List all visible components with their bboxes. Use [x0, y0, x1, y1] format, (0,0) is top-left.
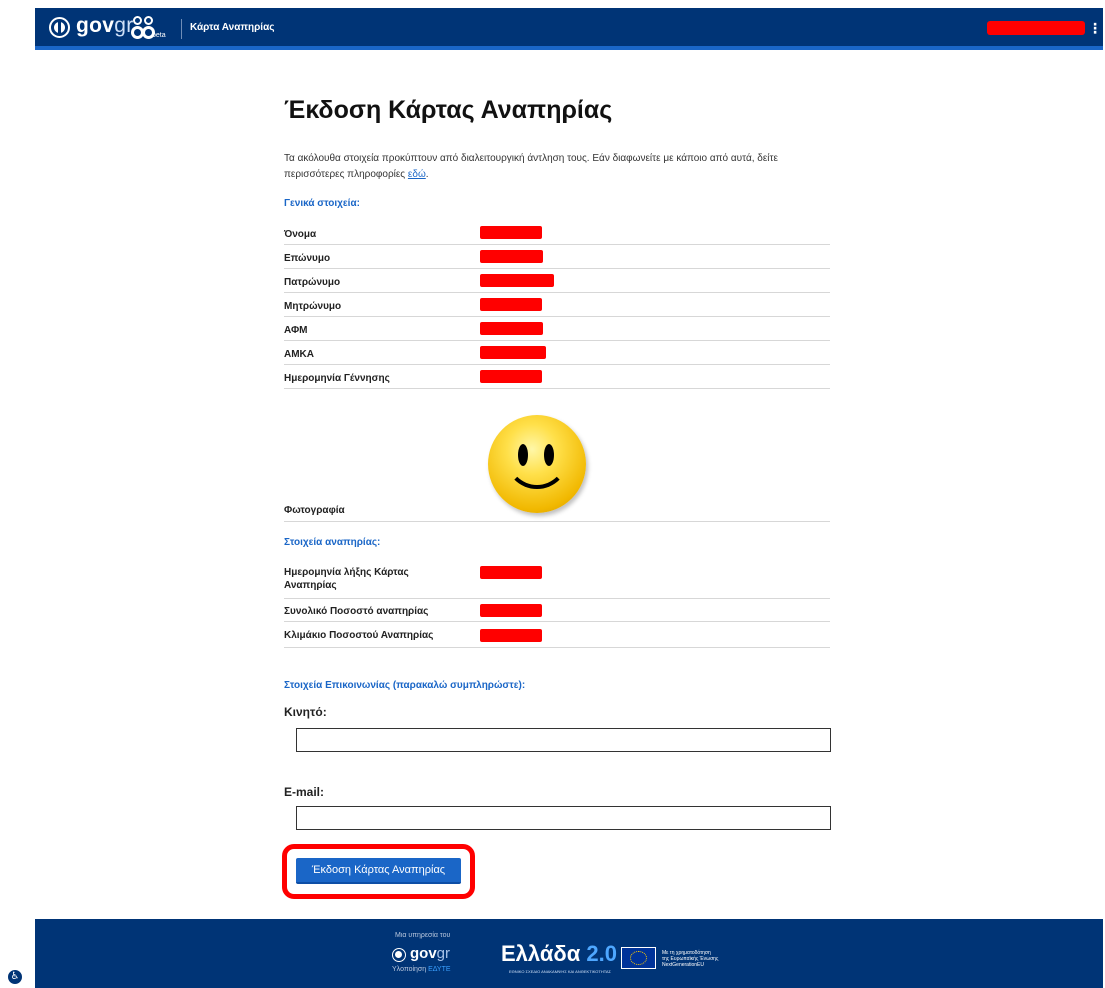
page-title: Έκδοση Κάρτας Αναπηρίας [284, 96, 613, 124]
row-label: Μητρώνυμο [284, 301, 342, 312]
row-label: ΑΦΜ [284, 325, 308, 336]
row-card-expiry: Ημερομηνία λήξης Κάρτας Αναπηρίας [284, 560, 830, 599]
row-label: ΑΜΚΑ [284, 349, 314, 360]
row-label: Όνομα [284, 229, 317, 240]
greece-2-subtitle: ΕΘΝΙΚΟ ΣΧΕΔΙΟ ΑΝΑΚΑΜΨΗΣ ΚΑΙ ΑΝΘΕΚΤΙΚΟΤΗΤ… [509, 969, 612, 974]
footer: Μια υπηρεσία του govgr Υλοποίηση ΕΔΥΤΕ Ε… [35, 919, 1103, 988]
row-label: Συνολικό Ποσοστό αναπηρίας [284, 606, 429, 617]
user-name-redacted[interactable] [987, 21, 1085, 35]
govgr-logo[interactable]: govgr [76, 14, 134, 38]
row-percentage-tier: Κλιμάκιο Ποσοστού Αναπηρίας [284, 624, 830, 648]
kebab-menu-icon[interactable]: ⋮ [1088, 16, 1102, 40]
row-amka: ΑΜΚΑ [284, 343, 830, 365]
emblem-icon [392, 948, 406, 962]
row-birth-date: Ημερομηνία Γέννησης [284, 367, 830, 389]
redacted-value [480, 629, 542, 642]
row-surname: Επώνυμο [284, 247, 830, 269]
row-total-percentage: Συνολικό Ποσοστό αναπηρίας [284, 600, 830, 622]
row-name: Όνομα [284, 223, 830, 245]
general-section-title: Γενικά στοιχεία: [284, 198, 360, 209]
redacted-value [480, 298, 542, 311]
smiley-face-icon [488, 415, 586, 513]
submit-highlight: Έκδοση Κάρτας Αναπηρίας [282, 844, 475, 899]
eu-funding-text: Με τη χρηματοδότηση της Ευρωπαϊκής Ένωση… [662, 950, 719, 968]
app-title: Κάρτα Αναπηρίας [190, 22, 275, 33]
emblem-icon [49, 17, 70, 38]
footer-govgr-logo[interactable]: govgr [410, 945, 450, 962]
email-label: E-mail: [284, 785, 325, 799]
accessibility-icon[interactable]: ♿ [7, 969, 23, 985]
row-afm: ΑΦΜ [284, 319, 830, 341]
redacted-value [480, 370, 542, 383]
row-label: Ημερομηνία λήξης Κάρτας Αναπηρίας [284, 567, 409, 591]
implementation-text: Υλοποίηση ΕΔΥΤΕ [392, 966, 451, 973]
row-label: Φωτογραφία [284, 505, 345, 516]
row-label: Επώνυμο [284, 253, 331, 264]
row-label: Πατρώνυμο [284, 277, 341, 288]
row-label: Ημερομηνία Γέννησης [284, 373, 390, 384]
disability-section-title: Στοιχεία αναπηρίας: [284, 537, 381, 548]
contact-section-title: Στοιχεία Επικοινωνίας (παρακαλώ συμπληρώ… [284, 680, 526, 691]
header-divider [181, 19, 182, 39]
intro-text: Τα ακόλουθα στοιχεία προκύπτουν από διαλ… [284, 153, 778, 180]
redacted-value [480, 226, 542, 239]
user-photo [479, 400, 600, 519]
beta-badge: beta [152, 32, 166, 39]
row-fathers-name: Πατρώνυμο [284, 271, 830, 293]
redacted-value [480, 346, 546, 359]
issue-card-button[interactable]: Έκδοση Κάρτας Αναπηρίας [296, 858, 461, 884]
row-label: Κλιμάκιο Ποσοστού Αναπηρίας [284, 630, 434, 641]
eu-flag-icon [621, 947, 656, 969]
greece-2-logo[interactable]: Ελλάδα 2.0 [501, 941, 617, 967]
mobile-label: Κινητό: [284, 705, 327, 719]
redacted-value [480, 274, 554, 287]
info-link[interactable]: εδώ [408, 169, 426, 180]
top-header: govgr beta Κάρτα Αναπηρίας ⋮ [35, 8, 1103, 50]
mobile-input[interactable] [296, 728, 831, 752]
email-input[interactable] [296, 806, 831, 830]
redacted-value [480, 322, 543, 335]
redacted-value [480, 250, 543, 263]
row-mothers-name: Μητρώνυμο [284, 295, 830, 317]
redacted-value [480, 566, 542, 579]
redacted-value [480, 604, 542, 617]
service-of-text: Μια υπηρεσία του [395, 932, 451, 939]
